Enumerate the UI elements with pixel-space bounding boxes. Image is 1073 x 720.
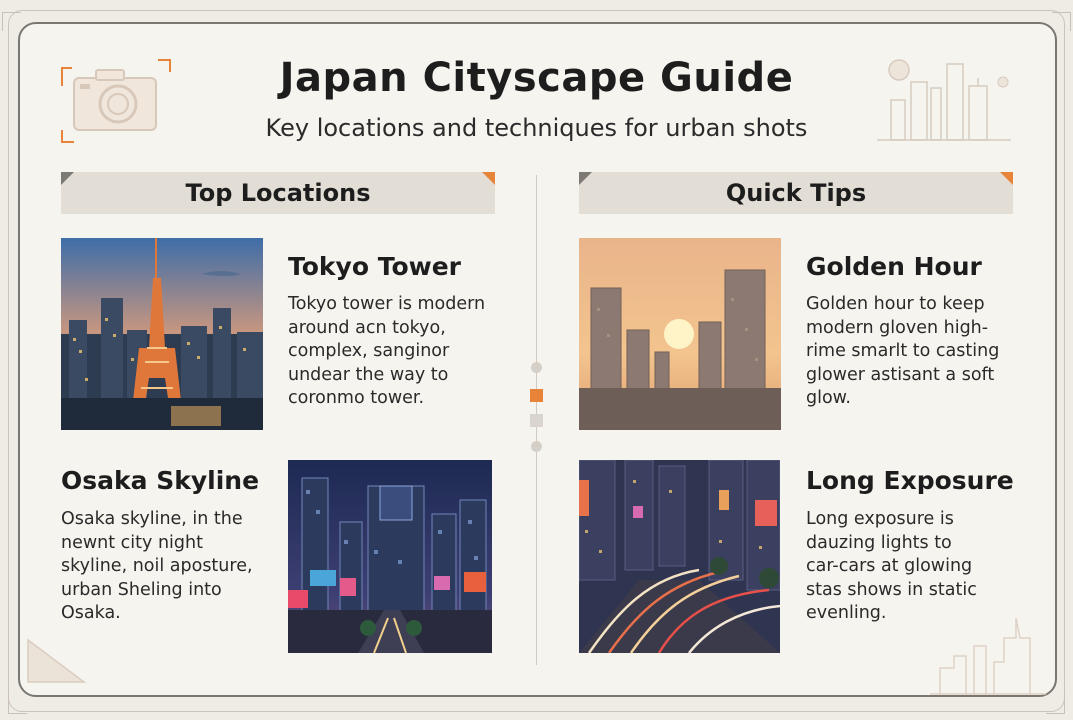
osaka-skyline-photo: [288, 460, 492, 653]
corner-top-left: [2, 12, 21, 31]
card-text-long-exposure: Long exposure is dauzing lights to car-c…: [806, 509, 977, 623]
divider-square: [530, 414, 543, 427]
page-title: Japan Cityscape Guide: [279, 55, 794, 101]
corner-accent-left: [61, 172, 74, 185]
divider-square-accent: [530, 389, 543, 402]
corner-accent-right: [482, 172, 495, 185]
tokyo-tower-photo: [61, 238, 263, 430]
divider-dot: [531, 362, 542, 373]
card-title-tokyo-tower: Tokyo Tower: [288, 252, 461, 281]
card-title-long-exposure: Long Exposure: [806, 466, 1014, 495]
triangle-decoration: [24, 630, 94, 690]
divider-dot: [531, 441, 542, 452]
long-exposure-photo: [579, 460, 780, 653]
corner-accent-left: [579, 172, 592, 185]
corner-top-right: [1052, 12, 1071, 31]
corner-accent-right: [1000, 172, 1013, 185]
section-header-top-locations: Top Locations: [61, 172, 495, 214]
section-label: Quick Tips: [725, 179, 867, 207]
page-subtitle: Key locations and techniques for urban s…: [265, 114, 808, 142]
section-header-quick-tips: Quick Tips: [579, 172, 1013, 214]
corner-bottom-left: [8, 695, 27, 714]
section-label: Top Locations: [185, 179, 371, 207]
card-text-golden-hour: Golden hour to keep modern gloven high- …: [806, 294, 1000, 408]
golden-hour-photo: [579, 238, 781, 430]
skyline-outline-decoration: [930, 616, 1050, 700]
card-title-osaka-skyline: Osaka Skyline: [61, 466, 260, 495]
card-text-osaka-skyline: Osaka skyline, in the newnt city night s…: [61, 509, 253, 623]
card-text-tokyo-tower: Tokyo tower is modern around acn tokyo, …: [288, 294, 486, 408]
card-title-golden-hour: Golden Hour: [806, 252, 982, 281]
